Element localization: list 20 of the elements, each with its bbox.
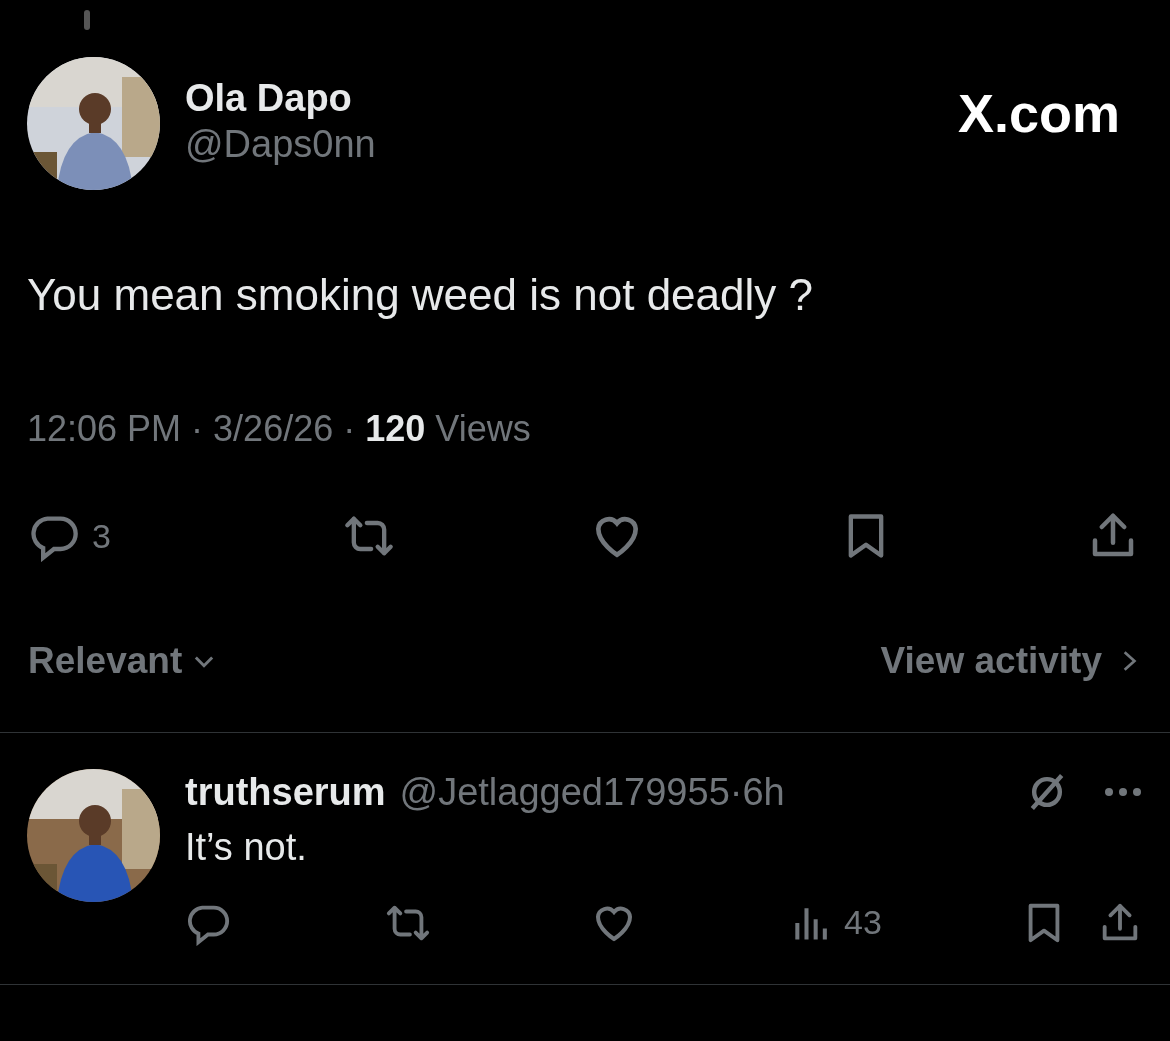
- scroll-indicator: [84, 10, 90, 30]
- separator-dot: ·: [343, 407, 356, 451]
- reply-author-handle[interactable]: @Jetlagged179955: [399, 763, 730, 821]
- reply-view-count: 43: [844, 902, 882, 943]
- more-icon[interactable]: [1103, 786, 1143, 798]
- site-label: X.com: [957, 82, 1120, 145]
- tweet-text: You mean smoking weed is not deadly ?: [27, 269, 814, 321]
- separator-dot: ·: [191, 407, 204, 451]
- tweet-date: 3/26/26: [213, 407, 334, 451]
- view-activity-link[interactable]: View activity: [880, 633, 1142, 689]
- reply-text: It’s not.: [185, 825, 308, 870]
- author-handle[interactable]: @Daps0nn: [185, 121, 376, 167]
- sort-dropdown[interactable]: Relevant: [28, 633, 219, 689]
- reply-count: 3: [92, 515, 111, 557]
- reply-age: 6h: [742, 769, 785, 815]
- separator-dot: ·: [729, 769, 743, 815]
- author-name[interactable]: Ola Dapo: [185, 75, 376, 121]
- tweet-time: 12:06 PM: [27, 407, 182, 451]
- view-count: 120 Views: [365, 407, 531, 451]
- reply-author-name[interactable]: truthserum: [185, 763, 386, 821]
